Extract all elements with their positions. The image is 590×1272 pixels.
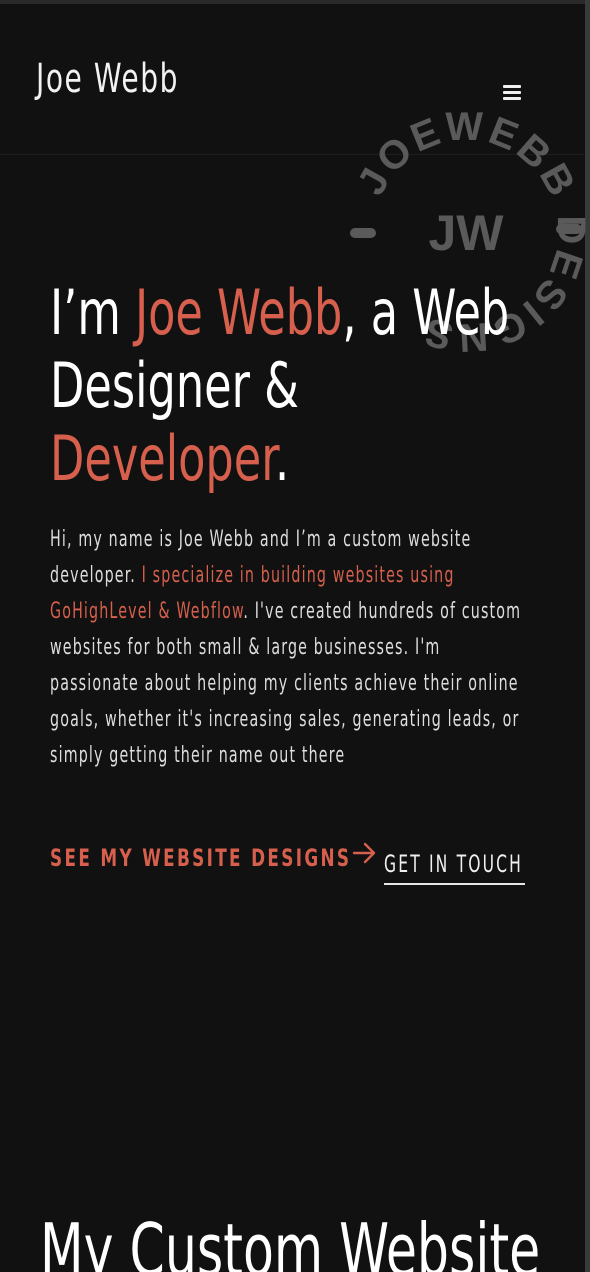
section-title: My Custom Website <box>40 1208 541 1272</box>
hero-title-role: Developer <box>50 422 275 495</box>
get-in-touch-underline <box>384 883 525 885</box>
menu-line <box>503 85 521 88</box>
menu-line <box>503 97 521 100</box>
site-logo[interactable]: Joe Webb <box>36 56 179 102</box>
badge-monogram: JW <box>429 205 505 261</box>
hero-title-period: . <box>274 422 290 495</box>
hamburger-menu-icon[interactable] <box>499 82 525 104</box>
arrow-right-icon[interactable] <box>352 841 378 865</box>
hero-title: I’m Joe Webb, a Web Designer & Developer… <box>50 276 530 495</box>
hero-intro-end: . I've created hundreds of custom websit… <box>50 599 522 768</box>
hero-title-name: Joe Webb <box>134 276 343 349</box>
hero-title-prefix: I’m <box>50 276 135 349</box>
hero-intro: Hi, my name is Joe Webb and I’m a custom… <box>50 522 525 774</box>
see-designs-button[interactable]: SEE MY WEBSITE DESIGNS <box>50 844 351 872</box>
page: Joe Webb JOEWEBB DESIGNS JW I’m Joe Webb… <box>0 0 590 1272</box>
menu-line <box>503 91 521 94</box>
get-in-touch-link[interactable]: GET IN TOUCH <box>384 850 523 878</box>
